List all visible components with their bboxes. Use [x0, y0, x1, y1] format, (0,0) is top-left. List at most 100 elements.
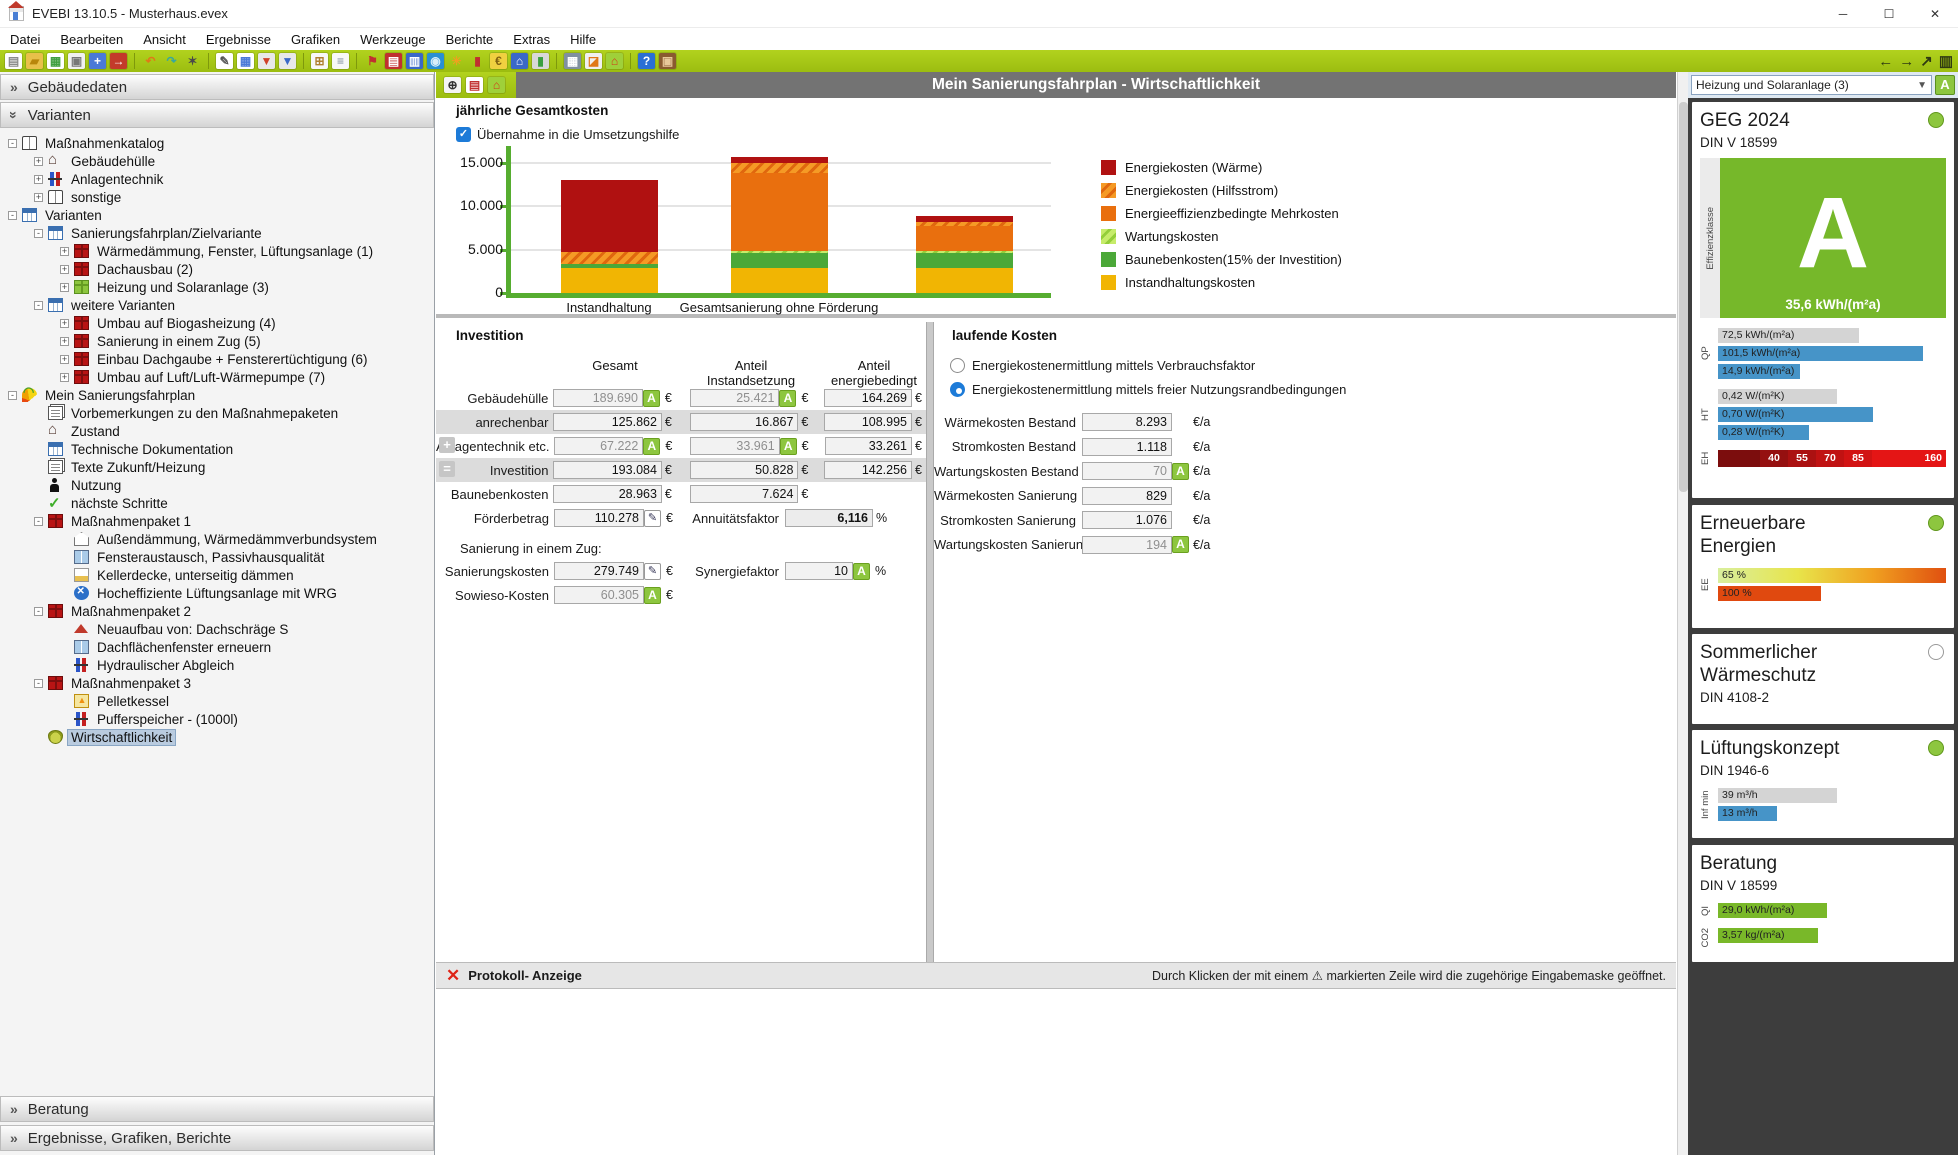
sun-icon[interactable]: ☀	[448, 53, 465, 69]
fahrplan-logo-icon[interactable]: ⌂	[488, 77, 505, 93]
value-field[interactable]: 50.828	[690, 461, 798, 479]
sowieso-value[interactable]: 60.305	[554, 586, 644, 604]
value-field[interactable]: 189.690	[553, 389, 643, 407]
tree-item[interactable]: Zustand	[0, 422, 434, 440]
collapse-icon[interactable]: -	[34, 301, 43, 310]
menu-berichte[interactable]: Berichte	[436, 28, 504, 50]
foerderbetrag-input[interactable]: 110.278	[554, 509, 644, 527]
menu-bearbeiten[interactable]: Bearbeiten	[50, 28, 133, 50]
detach-window-icon[interactable]: ↗	[1920, 52, 1933, 70]
tree-item[interactable]: Dachflächenfenster erneuern	[0, 638, 434, 656]
thermometer-icon[interactable]: ▮	[469, 53, 486, 69]
open-folder-icon[interactable]: ▰	[26, 53, 43, 69]
euro-icon[interactable]: €	[490, 53, 507, 69]
expand-icon[interactable]: +	[60, 319, 69, 328]
redo-icon[interactable]: ↷	[163, 53, 180, 69]
tree-item[interactable]: Nutzung	[0, 476, 434, 494]
tree-item[interactable]: Vorbemerkungen zu den Maßnahmepaketen	[0, 404, 434, 422]
edit-pencil-icon[interactable]: ✎	[644, 510, 661, 527]
radio-icon[interactable]	[950, 358, 965, 373]
expand-icon[interactable]: +	[34, 157, 43, 166]
globe-icon[interactable]: ◉	[427, 53, 444, 69]
expand-icon[interactable]: +	[60, 373, 69, 382]
expand-icon[interactable]: +	[60, 337, 69, 346]
list-icon[interactable]: ≡	[332, 53, 349, 69]
save-all-icon[interactable]: ▣	[68, 53, 85, 69]
value-field[interactable]: 70	[1082, 462, 1172, 480]
tree-item[interactable]: +Dachausbau (2)	[0, 260, 434, 278]
zoom-icon[interactable]: ⊕	[444, 77, 461, 93]
value-field[interactable]: 8.293	[1082, 413, 1172, 431]
tree-item[interactable]: Pelletkessel	[0, 692, 434, 710]
edit-pencil-icon[interactable]: ✎	[644, 563, 661, 580]
tree-item[interactable]: -Maßnahmenkatalog	[0, 134, 434, 152]
menu-grafiken[interactable]: Grafiken	[281, 28, 350, 50]
hierarchy-icon[interactable]: ⊞	[311, 53, 328, 69]
panel-header-varianten[interactable]: » Varianten	[0, 102, 434, 128]
radio-option[interactable]: Energiekostenermittlung mittels freier N…	[950, 382, 1346, 397]
tree-item[interactable]: Kellerdecke, unterseitig dämmen	[0, 566, 434, 584]
expand-icon[interactable]: +	[34, 193, 43, 202]
value-field[interactable]: 142.256	[824, 461, 912, 479]
value-field[interactable]: 7.624	[690, 485, 798, 503]
tree-item[interactable]: -Sanierungsfahrplan/Zielvariante	[0, 224, 434, 242]
doc-red-icon[interactable]: ▤	[385, 53, 402, 69]
tree-item[interactable]: -Maßnahmenpaket 2	[0, 602, 434, 620]
import-icon[interactable]: +	[89, 53, 106, 69]
help-icon[interactable]: ?	[638, 53, 655, 69]
maximize-button[interactable]: ☐	[1866, 0, 1912, 27]
tree-item[interactable]: -Maßnahmenpaket 3	[0, 674, 434, 692]
chart-red-icon[interactable]: ▼	[258, 53, 275, 69]
auto-mode-button[interactable]: A	[1935, 75, 1955, 95]
expand-icon[interactable]: +	[60, 283, 69, 292]
annuitaet-value[interactable]: 6,116	[785, 509, 873, 527]
menu-ansicht[interactable]: Ansicht	[133, 28, 196, 50]
tree-item[interactable]: Technische Dokumentation	[0, 440, 434, 458]
tree-item[interactable]: +Sanierung in einem Zug (5)	[0, 332, 434, 350]
collapse-icon[interactable]: -	[34, 679, 43, 688]
scrollbar-thumb[interactable]	[1679, 102, 1688, 492]
vertical-scrollbar[interactable]	[1677, 72, 1688, 1155]
collapse-icon[interactable]: -	[34, 607, 43, 616]
report-chart-icon[interactable]: ◪	[585, 53, 602, 69]
tree-item[interactable]: +Gebäudehülle	[0, 152, 434, 170]
tree-item[interactable]: -Varianten	[0, 206, 434, 224]
value-field[interactable]: 67.222	[554, 437, 643, 455]
tree-item[interactable]: +Umbau auf Luft/Luft-Wärmepumpe (7)	[0, 368, 434, 386]
tree-item[interactable]: +Einbau Dachgaube + Fensterertüchtigung …	[0, 350, 434, 368]
value-field[interactable]: 28.963	[553, 485, 661, 503]
value-field[interactable]: 829	[1082, 487, 1172, 505]
menu-datei[interactable]: Datei	[0, 28, 50, 50]
value-field[interactable]: 33.961	[690, 437, 779, 455]
value-field[interactable]: 16.867	[690, 413, 798, 431]
value-field[interactable]: 193.084	[553, 461, 661, 479]
expand-icon[interactable]: +	[60, 355, 69, 364]
variante-dropdown[interactable]: Heizung und Solaranlage (3) ▼	[1691, 75, 1932, 95]
tree-item[interactable]: nächste Schritte	[0, 494, 434, 512]
menu-werkzeuge[interactable]: Werkzeuge	[350, 28, 436, 50]
panel-header-gebaeudedaten[interactable]: » Gebäudedaten	[0, 74, 434, 100]
value-field[interactable]: 125.862	[553, 413, 661, 431]
panel-header-beratung[interactable]: » Beratung	[0, 1096, 434, 1122]
tree-item[interactable]: Hocheffiziente Lüftungsanlage mit WRG	[0, 584, 434, 602]
menu-ergebnisse[interactable]: Ergebnisse	[196, 28, 281, 50]
house-icon[interactable]: ⌂	[511, 53, 528, 69]
expand-icon[interactable]: +	[34, 175, 43, 184]
value-field[interactable]: 1.118	[1082, 438, 1172, 456]
forward-icon[interactable]: →	[1899, 53, 1914, 70]
expand-icon[interactable]: +	[60, 265, 69, 274]
value-field[interactable]: 108.995	[824, 413, 912, 431]
undo-icon[interactable]: ↶	[142, 53, 159, 69]
collapse-icon[interactable]: -	[8, 211, 17, 220]
collapse-icon[interactable]: -	[8, 391, 17, 400]
close-button[interactable]: ✕	[1912, 0, 1958, 27]
collapse-icon[interactable]: -	[34, 229, 43, 238]
report-save-icon[interactable]: ▦	[564, 53, 581, 69]
close-protokoll-icon[interactable]: ✕	[446, 966, 460, 986]
sanierungskosten-input[interactable]: 279.749	[554, 562, 644, 580]
panel-header-ergebnisse[interactable]: » Ergebnisse, Grafiken, Berichte	[0, 1125, 434, 1151]
uebernahme-checkbox[interactable]: ✓	[456, 127, 471, 142]
wand-icon[interactable]: ✶	[184, 53, 201, 69]
tree-item[interactable]: Texte Zukunft/Heizung	[0, 458, 434, 476]
flag-icon[interactable]: ⚑	[364, 53, 381, 69]
